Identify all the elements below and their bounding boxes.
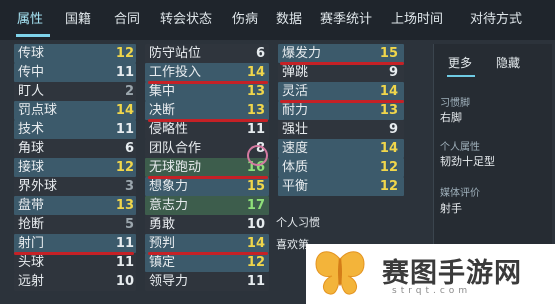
attr-row: 强壮 9 (282, 122, 398, 137)
attr-row: 速度 14 (282, 141, 398, 156)
tab-transfer-status[interactable]: 转会状态 (160, 10, 212, 30)
attr-row: 镇定 12 (149, 255, 265, 270)
tab-playing-time[interactable]: 上场时间 (391, 10, 443, 30)
highlight-underline (280, 62, 404, 65)
attr-row: 接球 12 (18, 160, 134, 175)
attr-row: 想象力 15 (149, 179, 265, 194)
butterfly-logo-icon (315, 251, 365, 295)
highlight-underline (148, 176, 268, 179)
attr-row: 决断 13 (149, 103, 265, 118)
attr-row: 角球 6 (18, 141, 134, 156)
attr-row: 平衡 12 (282, 179, 398, 194)
preferred-foot-value: 右脚 (440, 111, 462, 124)
watermark-subtitle: strqt.com (392, 286, 472, 296)
tab-attributes[interactable]: 属性 (17, 10, 43, 30)
attr-row: 集中 13 (149, 84, 265, 99)
highlight-underline (148, 119, 268, 122)
highlight-underline (148, 252, 268, 255)
personality-label: 个人属性 (440, 142, 480, 153)
tab-data[interactable]: 数据 (276, 10, 302, 30)
tab-nationality[interactable]: 国籍 (65, 10, 91, 30)
attr-row: 抢断 5 (18, 217, 134, 232)
highlight-underline (14, 252, 134, 255)
watermark-title: 赛图手游网 (382, 258, 522, 289)
attr-row: 灵活 14 (282, 84, 398, 99)
attr-row: 界外球 3 (18, 179, 134, 194)
attr-row: 侵略性 11 (149, 122, 265, 137)
side-tab-indicator (447, 75, 475, 77)
attr-row: 头球 11 (18, 255, 134, 270)
personal-habit-label: 个人习惯 (276, 216, 320, 229)
media-description-value: 射手 (440, 202, 462, 215)
hide-button[interactable]: 隐藏 (496, 54, 520, 72)
attr-row: 体质 12 (282, 160, 398, 175)
attr-row: 传球 12 (18, 46, 134, 61)
attr-row: 工作投入 14 (149, 65, 265, 80)
attr-row: 勇敢 10 (149, 217, 265, 232)
attr-row: 耐力 13 (282, 103, 398, 118)
media-description-label: 媒体评价 (440, 188, 480, 199)
tab-injury[interactable]: 伤病 (232, 10, 258, 30)
top-tab-bar: 属性 国籍 合同 转会状态 伤病 数据 赛季统计 上场时间 对待方式 (0, 0, 555, 41)
attr-row: 射门 11 (18, 236, 134, 251)
tab-contract[interactable]: 合同 (114, 10, 140, 30)
attr-row: 罚点球 14 (18, 103, 134, 118)
active-tab-indicator (16, 34, 50, 37)
personal-habit-value: 喜欢第 (276, 238, 309, 251)
attr-row: 盯人 2 (18, 84, 134, 99)
attr-row: 远射 10 (18, 274, 134, 289)
preferred-foot-label: 习惯脚 (440, 98, 470, 109)
attr-row: 弹跳 9 (282, 65, 398, 80)
attr-row: 预判 14 (149, 236, 265, 251)
attr-row: 爆发力 15 (282, 46, 398, 61)
attr-row: 防守站位 6 (149, 46, 265, 61)
tab-treatment[interactable]: 对待方式 (470, 10, 522, 30)
highlight-underline (280, 100, 404, 103)
attr-row: 领导力 11 (149, 274, 265, 289)
attr-row: 技术 11 (18, 122, 134, 137)
more-button[interactable]: 更多 (448, 54, 472, 72)
highlight-underline (148, 81, 268, 84)
attr-row: 传中 11 (18, 65, 134, 80)
tab-season-stats[interactable]: 赛季统计 (320, 10, 372, 30)
highlight-circle (247, 145, 268, 166)
attr-row: 意志力 17 (149, 198, 265, 213)
attr-row: 盘带 13 (18, 198, 134, 213)
personality-value: 韧劲十足型 (440, 155, 495, 168)
